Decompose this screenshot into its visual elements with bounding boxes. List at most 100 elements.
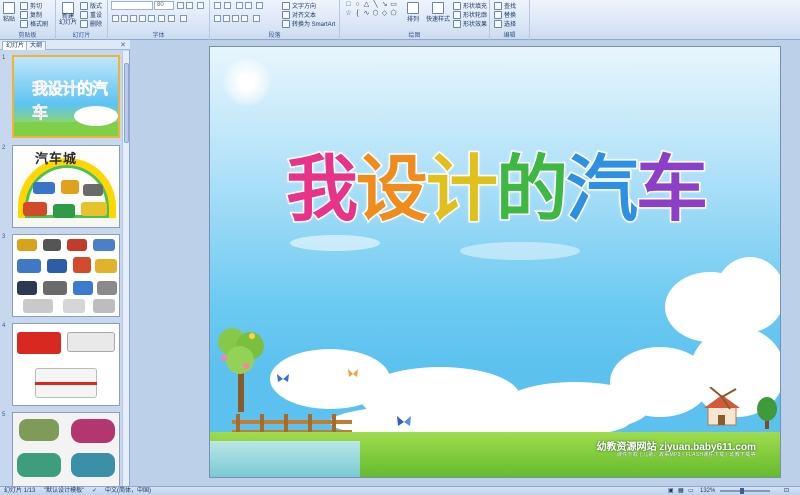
grow-font-icon[interactable] xyxy=(177,2,184,9)
align-text-button[interactable]: 对齐文本 xyxy=(282,10,316,19)
car-image xyxy=(17,239,37,251)
shrink-font-icon[interactable] xyxy=(186,2,193,9)
normal-view-icon[interactable]: ▣ xyxy=(668,487,674,495)
spellcheck-icon[interactable]: ✓ xyxy=(92,487,97,495)
shape-effects-button[interactable]: 形状效果 xyxy=(453,19,487,28)
text-direction-button[interactable]: 文字方向 xyxy=(282,1,316,10)
line-icon[interactable]: ╲ xyxy=(372,1,379,8)
paste-icon xyxy=(3,2,15,14)
sun-glare xyxy=(222,57,272,107)
layout-button[interactable]: 版式 xyxy=(80,1,102,10)
tab-slides[interactable]: 幻灯片 xyxy=(2,41,29,50)
zoom-slider-handle[interactable] xyxy=(740,488,744,494)
oval-icon[interactable]: ○ xyxy=(354,1,361,8)
arrange-button[interactable]: 排列 xyxy=(407,2,419,23)
spacing-icon[interactable] xyxy=(158,15,165,22)
star-icon[interactable]: ☆ xyxy=(345,10,352,17)
change-case-icon[interactable] xyxy=(168,15,175,22)
columns-icon[interactable] xyxy=(253,15,260,22)
brush-icon xyxy=(20,19,28,28)
select-button[interactable]: 选择 xyxy=(494,19,516,28)
font-size-box[interactable]: 80 xyxy=(154,1,174,10)
rectangle-icon[interactable]: □ xyxy=(345,1,352,8)
rounded-rect-icon[interactable]: ▭ xyxy=(390,1,397,8)
slide-thumbnail-3[interactable] xyxy=(12,234,120,317)
font-color-icon[interactable] xyxy=(180,15,187,22)
panel-scrollbar[interactable] xyxy=(122,51,129,486)
sorter-view-icon[interactable]: ▦ xyxy=(678,487,684,495)
smartart-icon xyxy=(282,19,290,28)
arrow-icon[interactable]: ↘ xyxy=(381,1,388,8)
watermark-subtitle: 课件下载 | 儿歌、故事MP3 | FLASH课件下载 | 幼教下载等 xyxy=(616,452,756,458)
align-right-icon[interactable] xyxy=(232,15,239,22)
font-name-box[interactable] xyxy=(111,1,153,10)
strikethrough-icon[interactable] xyxy=(139,15,146,22)
car-image xyxy=(33,182,55,194)
delete-slide-button[interactable]: 删除 xyxy=(80,19,102,28)
decrease-indent-icon[interactable] xyxy=(236,2,243,9)
find-button[interactable]: 查找 xyxy=(494,1,516,10)
replace-button[interactable]: 替换 xyxy=(494,10,516,19)
slide-thumbnail-5[interactable] xyxy=(12,412,120,486)
police-car-image xyxy=(67,332,115,352)
curve-icon[interactable]: ∿ xyxy=(363,10,370,17)
reset-button[interactable]: 重设 xyxy=(80,10,102,19)
clear-format-icon[interactable] xyxy=(197,2,204,9)
delete-label: 删除 xyxy=(90,22,103,28)
car-image xyxy=(61,180,79,194)
diamond-icon[interactable]: ◇ xyxy=(381,10,388,17)
shadow-icon[interactable] xyxy=(148,15,155,22)
slide-thumbnail-1[interactable]: 我设计的汽车 xyxy=(12,55,120,138)
smartart-button[interactable]: 转换为 SmartArt xyxy=(282,19,335,28)
line-spacing-icon[interactable] xyxy=(256,2,263,9)
triangle-icon[interactable]: △ xyxy=(363,1,370,8)
scissors-icon xyxy=(20,1,28,10)
car-image xyxy=(63,299,85,313)
slide-indicator: 幻灯片 1/13 xyxy=(4,488,36,494)
shape-fill-button[interactable]: 形状填充 xyxy=(453,1,487,10)
quick-styles-label: 快速样式 xyxy=(426,17,451,23)
layout-icon xyxy=(80,1,88,10)
bullets-icon[interactable] xyxy=(214,2,221,9)
justify-icon[interactable] xyxy=(241,15,248,22)
pentagon-icon[interactable]: ⬠ xyxy=(390,10,397,17)
current-slide[interactable]: 我设计的汽车 幼教资源网站 ziyuan.baby611.com 课件下载 | … xyxy=(209,46,781,478)
cursor-icon xyxy=(494,19,502,28)
underline-icon[interactable] xyxy=(130,15,137,22)
toy-car-image xyxy=(17,453,61,477)
slide-panel: 幻灯片 大纲 ✕ 1 我设计的汽车 2 汽车城 3 4 5 xyxy=(0,40,130,486)
scroll-thumb[interactable] xyxy=(124,63,129,143)
copy-button[interactable]: 复制 xyxy=(20,10,42,19)
zoom-slider[interactable] xyxy=(720,490,770,492)
bold-icon[interactable] xyxy=(112,15,119,22)
slideshow-view-icon[interactable]: ▭ xyxy=(688,487,694,495)
format-painter-button[interactable]: 格式刷 xyxy=(20,19,48,28)
zoom-level[interactable]: 132% xyxy=(700,487,715,495)
slide-thumbnail-2[interactable]: 汽车城 xyxy=(12,145,120,228)
align-left-icon[interactable] xyxy=(214,15,221,22)
language-indicator[interactable]: 中文(简体，中国) xyxy=(105,487,151,495)
brace-icon[interactable]: { xyxy=(354,10,361,17)
car-image xyxy=(93,239,115,251)
slide-thumbnail-4[interactable] xyxy=(12,323,120,406)
close-icon[interactable]: ✕ xyxy=(120,41,126,49)
car-image xyxy=(93,299,115,313)
slide-number: 5 xyxy=(2,412,6,418)
slide-title[interactable]: 我设计的汽车 xyxy=(210,144,780,234)
italic-icon[interactable] xyxy=(121,15,128,22)
paste-button[interactable]: 粘贴 xyxy=(3,2,15,23)
increase-indent-icon[interactable] xyxy=(245,2,252,9)
numbering-icon[interactable] xyxy=(224,2,231,9)
editing-group-label: 编辑 xyxy=(503,33,516,39)
quick-styles-button[interactable]: 快速样式 xyxy=(426,2,450,23)
fit-slide-icon[interactable]: ⊡ xyxy=(784,487,789,495)
drawing-group-label: 绘图 xyxy=(408,33,421,39)
new-slide-button[interactable]: 新建 幻灯片 xyxy=(59,2,77,26)
tab-outline[interactable]: 大纲 xyxy=(26,41,47,50)
cut-button[interactable]: 剪切 xyxy=(20,1,42,10)
shapes-gallery[interactable]: □ ○ △ ╲ ↘ ▭ ☆ { ∿ ⬡ ◇ ⬠ xyxy=(343,1,405,28)
align-center-icon[interactable] xyxy=(223,15,230,22)
title-char: 车 xyxy=(635,146,710,233)
shape-outline-button[interactable]: 形状轮廓 xyxy=(453,10,487,19)
hexagon-icon[interactable]: ⬡ xyxy=(372,10,379,17)
